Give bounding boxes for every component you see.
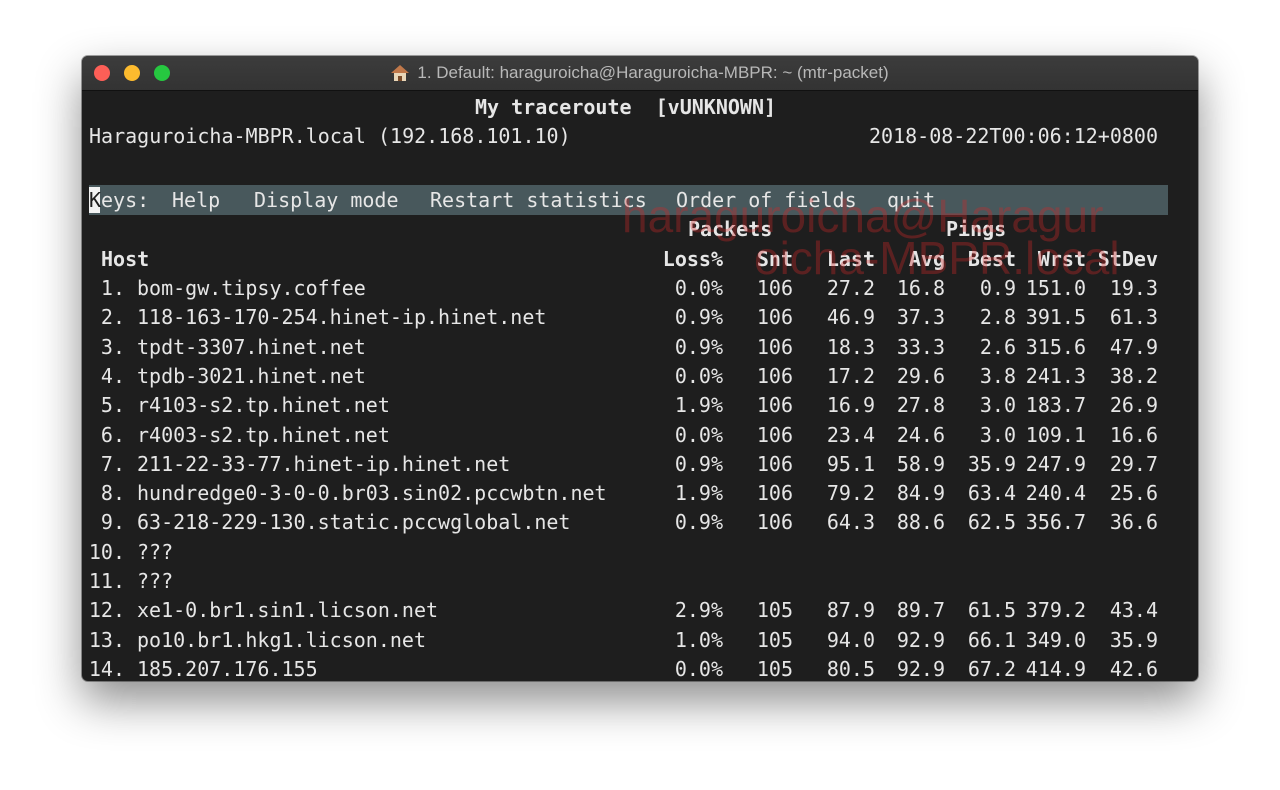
table-row: 5. r4103-s2.tp.hinet.net 1.9% 106 16.9 27.8 3.… xyxy=(82,391,1198,420)
table-row: 14. 185.207.176.155 0.0% 105 80.5 92.9 67.2 414… xyxy=(82,655,1198,681)
column-header-row: Host Loss% Snt Last Avg Best Wrst StDev xyxy=(82,245,1198,274)
stdev-cell: 19.3 xyxy=(1109,276,1158,300)
key-display-mode[interactable]: Display mode xyxy=(254,186,399,215)
table-row: 2. 118-163-170-254.hinet-ip.hinet.net 0.9%… xyxy=(82,303,1198,332)
table-row: 9. 63-218-229-130.static.pccwglobal.net 0.… xyxy=(82,508,1198,537)
table-row: 1. bom-gw.tipsy.coffee 0.0% 106 27.2 16.8 0.9 1… xyxy=(82,274,1198,303)
group-header-row: Packets Pings xyxy=(82,215,1198,244)
key-order-of-fields[interactable]: Order of fields xyxy=(676,186,857,215)
stdev-cell: 43.4 xyxy=(1109,598,1158,623)
stdev-cell: 16.6 xyxy=(1109,422,1158,447)
packets-group-label: Packets xyxy=(688,217,773,241)
table-row: 13. po10.br1.hkg1.licson.net 1.0% 105 94.0 92… xyxy=(82,626,1198,655)
stdev-cell: 25.6 xyxy=(1109,481,1158,506)
key-help[interactable]: Help xyxy=(172,186,220,215)
hop-number: 10. xyxy=(88,539,125,564)
hop-number: 11. xyxy=(88,569,125,593)
host-cell: ??? xyxy=(137,539,174,564)
stdev-cell: 29.7 xyxy=(1109,451,1158,476)
stdev-cell: 47.9 xyxy=(1109,334,1158,359)
keys-first-letter: K xyxy=(89,188,102,212)
window-title: 1. Default: haraguroicha@Haraguroicha-MB… xyxy=(417,63,889,82)
stdev-cell: 61.3 xyxy=(1109,305,1158,330)
home-icon xyxy=(391,65,410,81)
mtr-title: My traceroute [vUNKNOWN] xyxy=(475,95,777,119)
key-quit[interactable]: quit xyxy=(887,186,935,215)
table-row: 8. hundredge0-3-0-0.br03.sin02.pccwbtn.ne… xyxy=(82,479,1198,508)
table-row: 3. tpdt-3307.hinet.net 0.9% 106 18.3 33.3 2.6 3… xyxy=(82,333,1198,362)
table-row: 11.??? xyxy=(82,567,1198,596)
window-title-area: 1. Default: haraguroicha@Haraguroicha-MB… xyxy=(82,56,1198,90)
timestamp: 2018-08-22T00:06:12+0800 xyxy=(869,124,1158,148)
col-stdev: StDev xyxy=(1097,247,1158,271)
table-row: 7. 211-22-33-77.hinet-ip.hinet.net 0.9% 106… xyxy=(82,450,1198,479)
host-cell: ??? xyxy=(137,569,174,593)
keys-row: K eys: Help Display mode Restart statist… xyxy=(82,186,1198,215)
table-row: 12. xe1-0.br1.sin1.licson.net 2.9% 105 87.9 8… xyxy=(82,596,1198,625)
stdev-cell: 38.2 xyxy=(1109,363,1158,388)
host-info-row: Haraguroicha-MBPR.local (192.168.101.10)… xyxy=(82,122,1198,151)
keys-label: eys: xyxy=(101,188,150,212)
table-row: 10.??? xyxy=(82,538,1198,567)
table-row: 6. r4003-s2.tp.hinet.net 0.0% 106 23.4 24.6 3.… xyxy=(82,421,1198,450)
title-bar: 1. Default: haraguroicha@Haraguroicha-MB… xyxy=(82,56,1198,91)
mtr-header-row: My traceroute [vUNKNOWN] xyxy=(82,93,1198,122)
stdev-cell: 35.9 xyxy=(1109,627,1158,652)
terminal-window: 1. Default: haraguroicha@Haraguroicha-MB… xyxy=(82,56,1198,681)
stdev-cell: 36.6 xyxy=(1109,510,1158,535)
stdev-cell: 26.9 xyxy=(1109,393,1158,418)
stdev-cell: 42.6 xyxy=(1109,656,1158,681)
terminal-content[interactable]: My traceroute [vUNKNOWN] Haraguroicha-MB… xyxy=(82,91,1198,681)
key-restart-statistics[interactable]: Restart statistics xyxy=(430,186,647,215)
pings-group-label: Pings xyxy=(946,217,1007,241)
table-row: 4. tpdb-3021.hinet.net 0.0% 106 17.2 29.6 3.8 2… xyxy=(82,362,1198,391)
